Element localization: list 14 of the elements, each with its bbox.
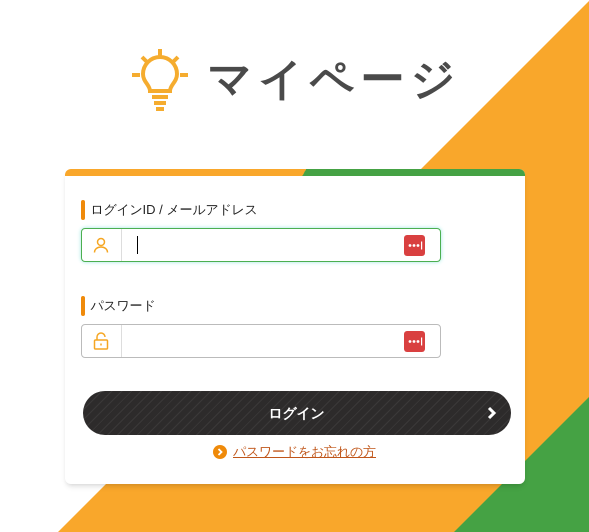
person-icon (92, 236, 110, 254)
input-field[interactable] (80, 228, 440, 262)
password-manager-icon[interactable] (404, 330, 424, 352)
field-label: ログインID / メールアドレス (90, 201, 258, 220)
login-button[interactable]: ログイン (82, 391, 510, 435)
chevron-circle-icon (213, 444, 227, 459)
page-title: マイページ (208, 54, 462, 106)
input-field[interactable] (80, 324, 440, 358)
field-label: パスワード (90, 297, 156, 316)
forgot-password-link[interactable]: パスワードをお忘れの方 (233, 442, 376, 462)
text-cursor (136, 236, 138, 254)
password-manager-icon[interactable] (404, 234, 424, 256)
padlock-icon (93, 332, 109, 350)
chevron-right-icon (486, 406, 496, 420)
